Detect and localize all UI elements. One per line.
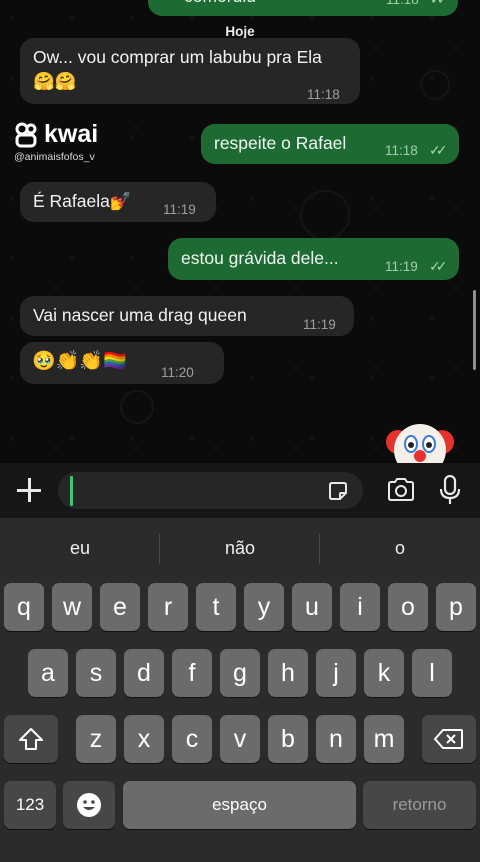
message-text: comoruiu <box>184 0 256 8</box>
message-bubble-incoming[interactable]: Ow... vou comprar um labubu pra Ela🤗🤗 11… <box>20 38 360 104</box>
key-y[interactable]: y <box>244 583 284 631</box>
suggestion-3[interactable]: o <box>330 538 470 559</box>
kwai-watermark: kwai @animaisfofos_v <box>14 120 98 163</box>
message-bubble-incoming[interactable]: 🥹👏👏🏳️‍🌈 11:20 <box>20 342 224 384</box>
key-r[interactable]: r <box>148 583 188 631</box>
message-text: 🥹👏👏🏳️‍🌈 <box>32 351 127 372</box>
key-i[interactable]: i <box>340 583 380 631</box>
sticker-icon[interactable] <box>327 480 349 502</box>
kwai-brand: kwai <box>44 120 99 148</box>
message-time: 11:18 <box>385 143 418 158</box>
message-time: 11:19 <box>163 202 196 217</box>
emoji-key[interactable] <box>63 781 115 829</box>
wallpaper-doodle <box>120 390 154 424</box>
backspace-icon <box>434 729 463 749</box>
read-receipt-icon: ✓✓ <box>429 258 448 274</box>
read-receipt-icon: ✓✓ <box>429 142 448 158</box>
space-key[interactable]: espaço <box>123 781 356 829</box>
key-k[interactable]: k <box>364 649 404 697</box>
text-caret <box>70 476 73 506</box>
key-u[interactable]: u <box>292 583 332 631</box>
key-w[interactable]: w <box>52 583 92 631</box>
suggestion-divider <box>319 534 320 564</box>
wallpaper-doodle <box>300 190 350 240</box>
key-b[interactable]: b <box>268 715 308 763</box>
emoji-icon <box>77 793 101 817</box>
numbers-key[interactable]: 123 <box>4 781 56 829</box>
key-d[interactable]: d <box>124 649 164 697</box>
message-bubble-outgoing[interactable]: respeite o Rafael 11:18 ✓✓ <box>201 124 459 164</box>
key-h[interactable]: h <box>268 649 308 697</box>
key-z[interactable]: z <box>76 715 116 763</box>
message-input[interactable] <box>58 472 363 509</box>
shift-arrow-icon <box>19 728 43 750</box>
read-receipt-icon: ✓✓ <box>430 0 449 11</box>
microphone-icon[interactable] <box>438 474 462 510</box>
message-text: Vai nascer uma drag queen <box>33 305 247 325</box>
suggestion-1[interactable]: eu <box>10 538 150 559</box>
message-bubble-outgoing[interactable]: comoruiu 11:18 ✓✓ <box>148 0 458 16</box>
message-time: 11:20 <box>161 365 194 380</box>
key-m[interactable]: m <box>364 715 404 763</box>
chat-area[interactable]: comoruiu 11:18 ✓✓ Hoje Ow... vou comprar… <box>0 0 480 463</box>
message-time: 11:19 <box>385 259 418 274</box>
key-q[interactable]: q <box>4 583 44 631</box>
return-key[interactable]: retorno <box>363 781 476 829</box>
message-bubble-outgoing[interactable]: estou grávida dele... 11:19 ✓✓ <box>168 238 459 280</box>
message-text: Ow... vou comprar um labubu pra Ela🤗🤗 <box>33 47 322 91</box>
key-n[interactable]: n <box>316 715 356 763</box>
plus-icon[interactable] <box>14 475 44 505</box>
message-text: É Rafaela💅 <box>33 191 132 211</box>
key-p[interactable]: p <box>436 583 476 631</box>
kwai-handle: @animaisfofos_v <box>14 151 95 163</box>
message-bubble-incoming[interactable]: Vai nascer uma drag queen 11:19 <box>20 296 354 336</box>
key-j[interactable]: j <box>316 649 356 697</box>
shift-key[interactable] <box>4 715 58 763</box>
key-e[interactable]: e <box>100 583 140 631</box>
key-a[interactable]: a <box>28 649 68 697</box>
camera-icon[interactable] <box>386 477 416 508</box>
chat-scrollbar[interactable] <box>473 290 476 370</box>
suggestion-divider <box>159 534 160 564</box>
key-s[interactable]: s <box>76 649 116 697</box>
backspace-key[interactable] <box>422 715 476 763</box>
message-text: respeite o Rafael <box>214 133 347 153</box>
message-time: 11:18 <box>386 0 419 12</box>
suggestion-2[interactable]: não <box>170 538 310 559</box>
keyboard: eu não o q w e r t y u i o p a s d f g h… <box>0 518 480 862</box>
key-t[interactable]: t <box>196 583 236 631</box>
message-text: estou grávida dele... <box>181 248 339 268</box>
message-bubble-incoming[interactable]: É Rafaela💅 11:19 <box>20 182 216 222</box>
key-o[interactable]: o <box>388 583 428 631</box>
key-c[interactable]: c <box>172 715 212 763</box>
kwai-logo-icon <box>15 122 37 147</box>
key-x[interactable]: x <box>124 715 164 763</box>
key-v[interactable]: v <box>220 715 260 763</box>
message-time: 11:18 <box>307 87 340 102</box>
key-l[interactable]: l <box>412 649 452 697</box>
wallpaper-doodle <box>420 70 450 100</box>
message-time: 11:19 <box>303 317 336 332</box>
suggestion-bar: eu não o <box>0 518 480 580</box>
key-f[interactable]: f <box>172 649 212 697</box>
key-g[interactable]: g <box>220 649 260 697</box>
